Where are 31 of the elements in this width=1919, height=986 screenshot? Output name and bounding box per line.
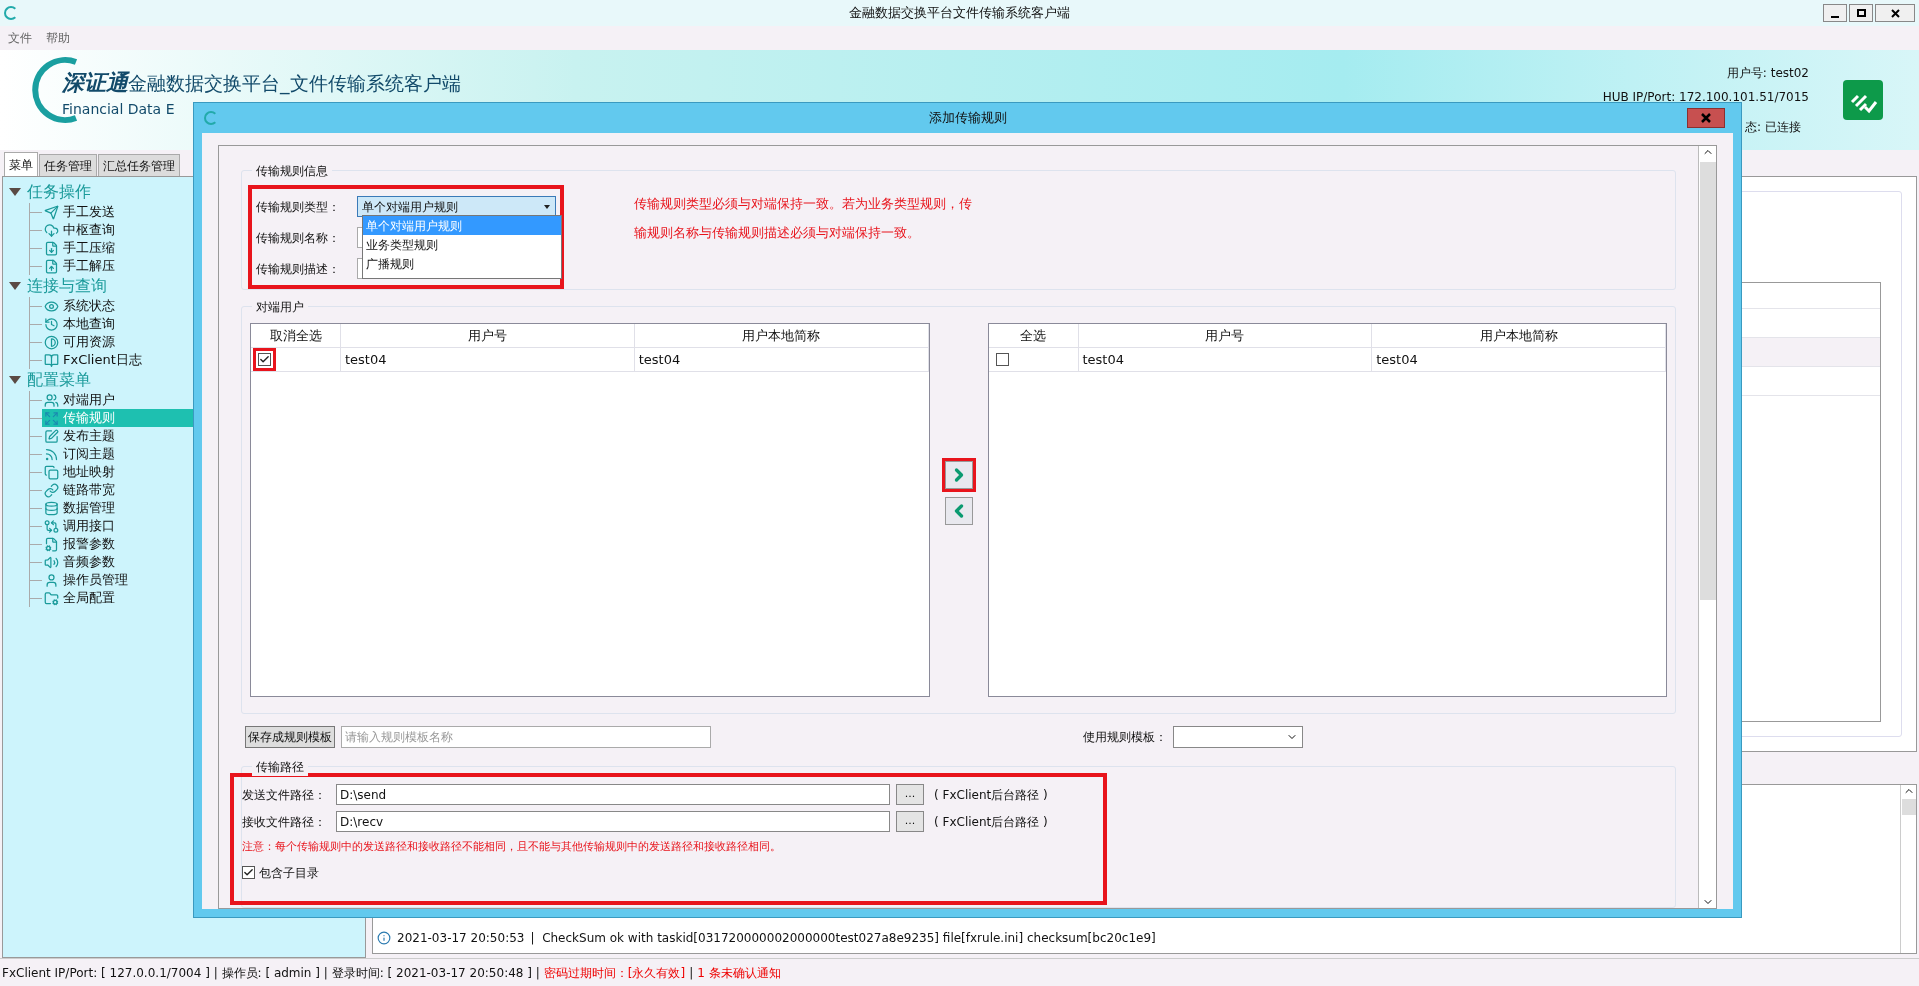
logo-brand: 深证通 (62, 69, 128, 97)
group-title: 传输规则信息 (252, 162, 332, 180)
status-text: FxClient IP/Port: [ 127.0.0.1/7004 ] | 操作员: [ admin ] | 登录时间: [ 2021-03-17 20:50:48 ] | (2, 964, 540, 982)
user-id: 用户号: test02 (1726, 65, 1809, 82)
connection-status: 态: 已连接 (1745, 119, 1801, 136)
group-title: 对端用户 (252, 298, 308, 316)
log-message: | CheckSum ok with taskid[031720000002000000test027a8e9235] file[fxrule.ini] checksum[bc20c1e9] (530, 930, 1156, 947)
table-cell: test04 (634, 348, 929, 371)
window-title: 金融数据交换平台文件传输系统客户端 (849, 4, 1070, 23)
path-hint: ( FxClient后台路径 ) (934, 813, 1048, 831)
status-text: 1 条未确认通知 (697, 964, 781, 982)
status-text: 密码过期时间：[永久有效] (543, 964, 686, 982)
hub-address: HUB IP/Port: 172.100.101.51/7015 (1602, 89, 1809, 106)
table-cell: test04 (341, 348, 635, 371)
field-label: 发送文件路径： (242, 786, 327, 804)
field-label: 传输规则名称： (256, 229, 341, 247)
field-label: 接收文件路径： (242, 813, 327, 831)
table-cell: test04 (1372, 348, 1666, 371)
path-warning: 注意：每个传输规则中的发送路径和接收路径不能相同，且不能与其他传输规则中的发送路径和接收路径相同。 (242, 839, 782, 855)
field-label: 传输规则描述： (256, 260, 341, 278)
field-label: 传输规则类型： (256, 198, 341, 216)
log-time: 2021-03-17 20:50:53 (397, 930, 525, 947)
path-hint: ( FxClient后台路径 ) (934, 786, 1048, 804)
checkbox-label: 包含子目录 (259, 864, 319, 882)
field-label: 使用规则模板： (1083, 729, 1167, 746)
status-text: | (689, 964, 694, 982)
table-cell: test04 (1078, 348, 1373, 371)
group-title: 传输路径 (252, 758, 308, 776)
dialog-title: 添加传输规则 (928, 109, 1007, 128)
rule-type-note: 传输规则类型必须与对端保持一致。若为业务类型规则，传输规则名称与传输规则描述必须与对端保持一致。 (634, 195, 973, 242)
logo-subtitle: Financial Data E (62, 100, 175, 119)
